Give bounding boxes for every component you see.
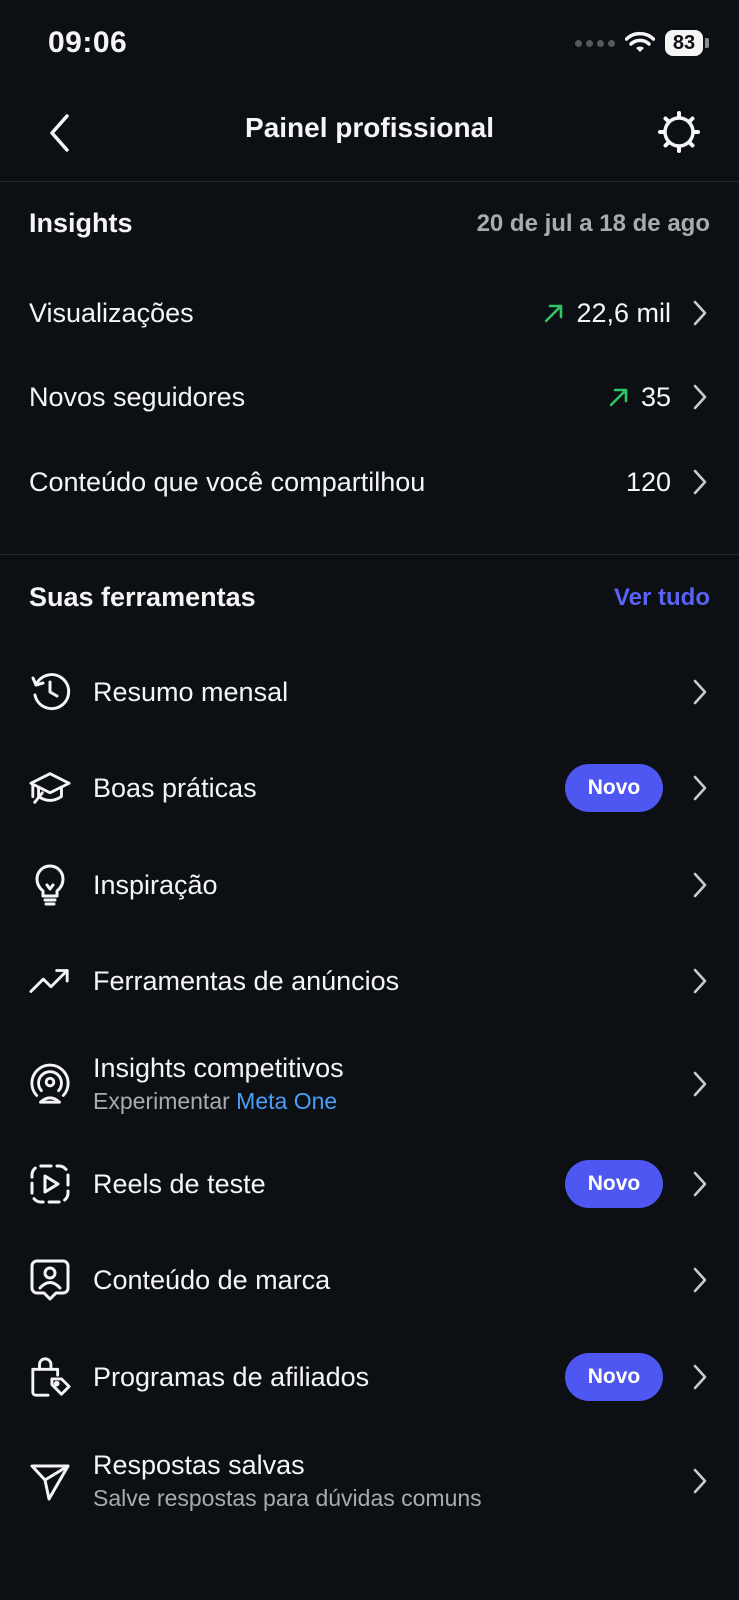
tool-label: Ferramentas de anúncios <box>93 965 400 996</box>
graduation-cap-icon <box>29 767 71 809</box>
tool-label: Inspiração <box>93 869 218 900</box>
chevron-right-icon <box>691 773 709 803</box>
chevron-right-icon <box>691 1362 709 1392</box>
lightbulb-icon <box>29 864 71 906</box>
insights-header: Insights 20 de jul a 18 de ago <box>29 208 710 239</box>
tools-header: Suas ferramentas Ver tudo <box>29 582 710 613</box>
gear-icon <box>658 111 700 153</box>
status-time: 09:06 <box>48 26 128 59</box>
insight-row-content-shared[interactable]: Conteúdo que você compartilhou 120 <box>29 452 709 512</box>
trend-up-icon <box>607 385 631 409</box>
chevron-right-icon <box>691 1466 709 1496</box>
insight-label: Visualizações <box>29 297 194 328</box>
new-badge: Novo <box>565 764 663 812</box>
insight-row-views[interactable]: Visualizações 22,6 mil <box>29 283 709 343</box>
new-badge: Novo <box>565 1353 663 1401</box>
tools-title: Suas ferramentas <box>29 582 256 612</box>
shopping-bag-tag-icon <box>29 1356 71 1398</box>
nav-bar: Painel profissional <box>0 90 739 182</box>
broadcast-person-icon <box>29 1063 71 1105</box>
trending-up-icon <box>29 960 71 1002</box>
chevron-right-icon <box>691 298 709 328</box>
trend-up-icon <box>542 301 566 325</box>
tool-item-best-practices[interactable]: Boas práticas Novo <box>29 758 709 818</box>
chevron-right-icon <box>691 966 709 996</box>
chevron-right-icon <box>691 467 709 497</box>
tool-label: Resumo mensal <box>93 676 289 707</box>
new-badge: Novo <box>565 1160 663 1208</box>
tool-item-inspiration[interactable]: Inspiração <box>29 855 709 915</box>
tool-item-ad-tools[interactable]: Ferramentas de anúncios <box>29 951 709 1011</box>
tool-item-competitive-insights[interactable]: Insights competitivos Experimentar Meta … <box>29 1040 709 1128</box>
tool-label: Boas práticas <box>93 772 257 803</box>
battery-icon: 83 <box>665 30 709 56</box>
chevron-right-icon <box>691 1265 709 1295</box>
insight-label: Conteúdo que você compartilhou <box>29 466 426 497</box>
tool-label: Reels de teste <box>93 1168 266 1199</box>
branded-content-icon <box>29 1259 71 1301</box>
paper-plane-icon <box>29 1460 71 1502</box>
chevron-right-icon <box>691 382 709 412</box>
insights-date-range: 20 de jul a 18 de ago <box>476 209 710 237</box>
tool-item-saved-replies[interactable]: Respostas salvas Salve respostas para dú… <box>29 1437 709 1525</box>
tool-label: Programas de afiliados <box>93 1361 370 1392</box>
tool-label: Conteúdo de marca <box>93 1264 331 1295</box>
battery-level: 83 <box>665 30 703 56</box>
settings-button[interactable] <box>651 104 707 160</box>
insights-title: Insights <box>29 208 133 238</box>
chevron-right-icon <box>691 870 709 900</box>
tool-item-branded-content[interactable]: Conteúdo de marca <box>29 1250 709 1310</box>
see-all-link[interactable]: Ver tudo <box>614 584 710 612</box>
page-title: Painel profissional <box>245 112 494 143</box>
insight-value: 120 <box>625 466 671 497</box>
section-divider <box>0 554 739 555</box>
tool-label: Insights competitivos <box>93 1053 344 1083</box>
chevron-right-icon <box>691 677 709 707</box>
meta-one-link[interactable]: Meta One <box>236 1088 337 1114</box>
status-indicators: 83 <box>575 30 709 56</box>
history-icon <box>29 671 71 713</box>
reels-test-icon <box>29 1163 71 1205</box>
tool-item-monthly-summary[interactable]: Resumo mensal <box>29 662 709 722</box>
tool-item-trial-reels[interactable]: Reels de teste Novo <box>29 1154 709 1214</box>
insight-value: 35 <box>640 381 671 412</box>
tool-label: Respostas salvas <box>93 1450 305 1480</box>
tool-subtitle: Salve respostas para dúvidas comuns <box>93 1485 482 1511</box>
status-bar: 09:06 83 <box>0 0 739 90</box>
tool-item-affiliate-programs[interactable]: Programas de afiliados Novo <box>29 1347 709 1407</box>
chevron-right-icon <box>691 1069 709 1099</box>
tool-subtitle: Experimentar Meta One <box>93 1088 338 1114</box>
chevron-right-icon <box>691 1169 709 1199</box>
wifi-icon <box>625 31 655 52</box>
insight-row-new-followers[interactable]: Novos seguidores 35 <box>29 367 709 427</box>
insight-value: 22,6 mil <box>576 297 671 328</box>
insight-label: Novos seguidores <box>29 381 246 412</box>
cellular-signal-icon <box>575 39 615 47</box>
